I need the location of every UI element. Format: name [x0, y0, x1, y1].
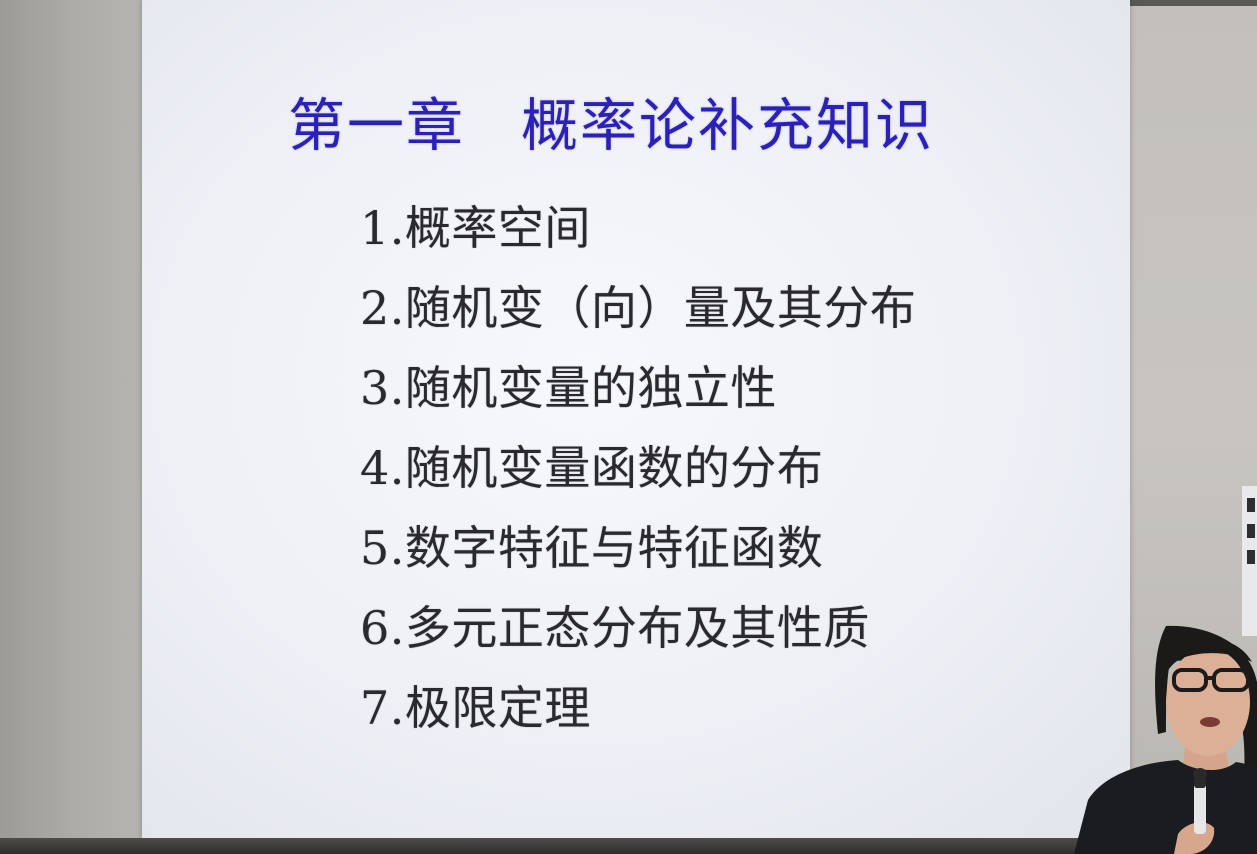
ceiling-strip: [1126, 0, 1257, 6]
floor-strip: [0, 838, 1257, 854]
list-item: 4.随机变量函数的分布: [360, 441, 824, 495]
presenter-face: [1166, 648, 1250, 756]
chapter-name: 概率论补充知识: [521, 93, 934, 159]
list-item: 6.多元正态分布及其性质: [360, 601, 870, 655]
topic-list: 1.概率空间 2.随机变（向）量及其分布 3.随机变量的独立性 4.随机变量函数…: [360, 190, 916, 750]
list-item: 2.随机变（向）量及其分布: [360, 281, 917, 335]
projection-screen: 第一章 概率论补充知识 1.概率空间 2.随机变（向）量及其分布 3.随机变量的独…: [142, 0, 1130, 838]
list-item: 5.数字特征与特征函数: [360, 521, 824, 575]
list-item: 3.随机变量的独立性: [360, 361, 777, 415]
slide-title: 第一章 概率论补充知识: [288, 80, 934, 162]
list-item: 7.极限定理: [360, 681, 591, 735]
presenter-shirt: [1074, 760, 1257, 854]
side-sign: [1242, 486, 1257, 636]
microphone-icon: [1193, 768, 1207, 834]
chapter-number: 第一章: [288, 93, 465, 159]
list-item: 1.概率空间: [360, 201, 591, 255]
presenter: [1074, 625, 1257, 854]
